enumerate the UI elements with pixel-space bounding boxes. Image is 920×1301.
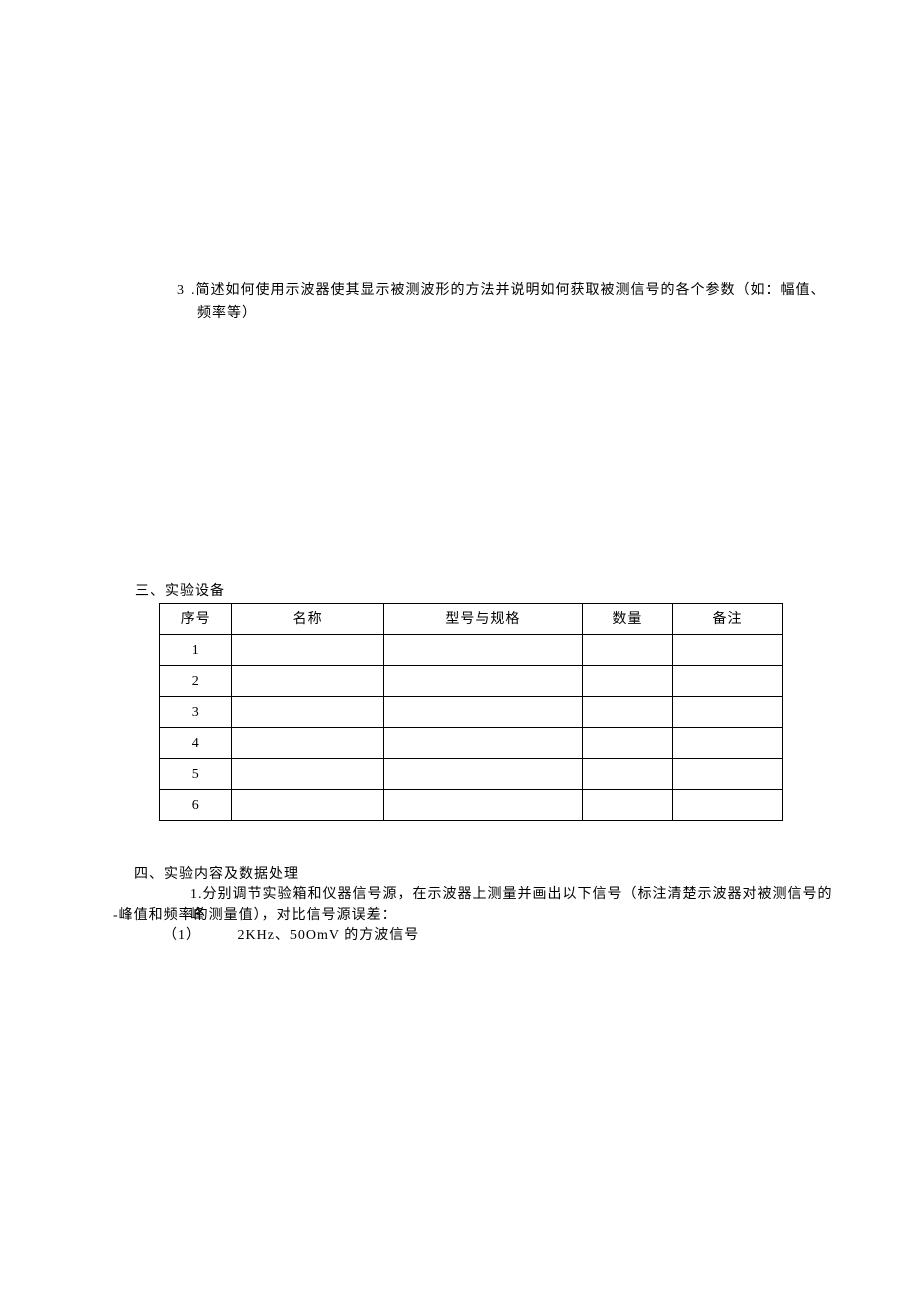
cell-note (673, 635, 783, 666)
table-row: 6 (160, 790, 783, 821)
cell-spec (383, 697, 582, 728)
question-3: 3 .简述如何使用示波器使其显示被测波形的方法并说明如何获取被测信号的各个参数（… (177, 280, 835, 324)
table-row: 2 (160, 666, 783, 697)
cell-note (673, 759, 783, 790)
cell-note (673, 666, 783, 697)
cell-no: 1 (160, 635, 232, 666)
section-3-title: 三、实验设备 (135, 581, 225, 602)
cell-no: 4 (160, 728, 232, 759)
cell-name (232, 790, 384, 821)
cell-note (673, 728, 783, 759)
col-spec: 型号与规格 (383, 604, 582, 635)
cell-name (232, 666, 384, 697)
cell-spec (383, 790, 582, 821)
col-qty: 数量 (582, 604, 672, 635)
question-3-text1: .简述如何使用示波器使其显示被测波形的方法并说明如何获取被测信号的各个参数（如：… (191, 280, 826, 301)
cell-note (673, 697, 783, 728)
cell-spec (383, 666, 582, 697)
table-row: 3 (160, 697, 783, 728)
cell-name (232, 728, 384, 759)
col-note: 备注 (673, 604, 783, 635)
section-4-line2: -峰值和频率的测量值），对比信号源误差： (113, 905, 397, 926)
section-4-title: 四、实验内容及数据处理 (134, 864, 299, 885)
cell-name (232, 635, 384, 666)
col-name: 名称 (232, 604, 384, 635)
cell-no: 2 (160, 666, 232, 697)
cell-name (232, 759, 384, 790)
question-3-line1: 3 .简述如何使用示波器使其显示被测波形的方法并说明如何获取被测信号的各个参数（… (177, 280, 835, 301)
cell-spec (383, 759, 582, 790)
cell-no: 3 (160, 697, 232, 728)
col-no: 序号 (160, 604, 232, 635)
table-row: 4 (160, 728, 783, 759)
sub1-number: （1） (163, 928, 201, 943)
cell-note (673, 790, 783, 821)
table-header-row: 序号 名称 型号与规格 数量 备注 (160, 604, 783, 635)
cell-spec (383, 728, 582, 759)
cell-qty (582, 790, 672, 821)
cell-qty (582, 728, 672, 759)
sub1-label: 2KHz、50OmV 的方波信号 (238, 928, 420, 943)
table-row: 5 (160, 759, 783, 790)
question-3-text2: 频率等） (197, 303, 835, 324)
cell-qty (582, 666, 672, 697)
cell-qty (582, 635, 672, 666)
cell-spec (383, 635, 582, 666)
question-3-number: 3 (177, 280, 185, 301)
cell-name (232, 697, 384, 728)
equipment-table: 序号 名称 型号与规格 数量 备注 1 2 (159, 603, 783, 821)
cell-qty (582, 697, 672, 728)
cell-no: 5 (160, 759, 232, 790)
section-4-sub1: （1） 2KHz、50OmV 的方波信号 (163, 925, 419, 946)
cell-no: 6 (160, 790, 232, 821)
table-row: 1 (160, 635, 783, 666)
cell-qty (582, 759, 672, 790)
